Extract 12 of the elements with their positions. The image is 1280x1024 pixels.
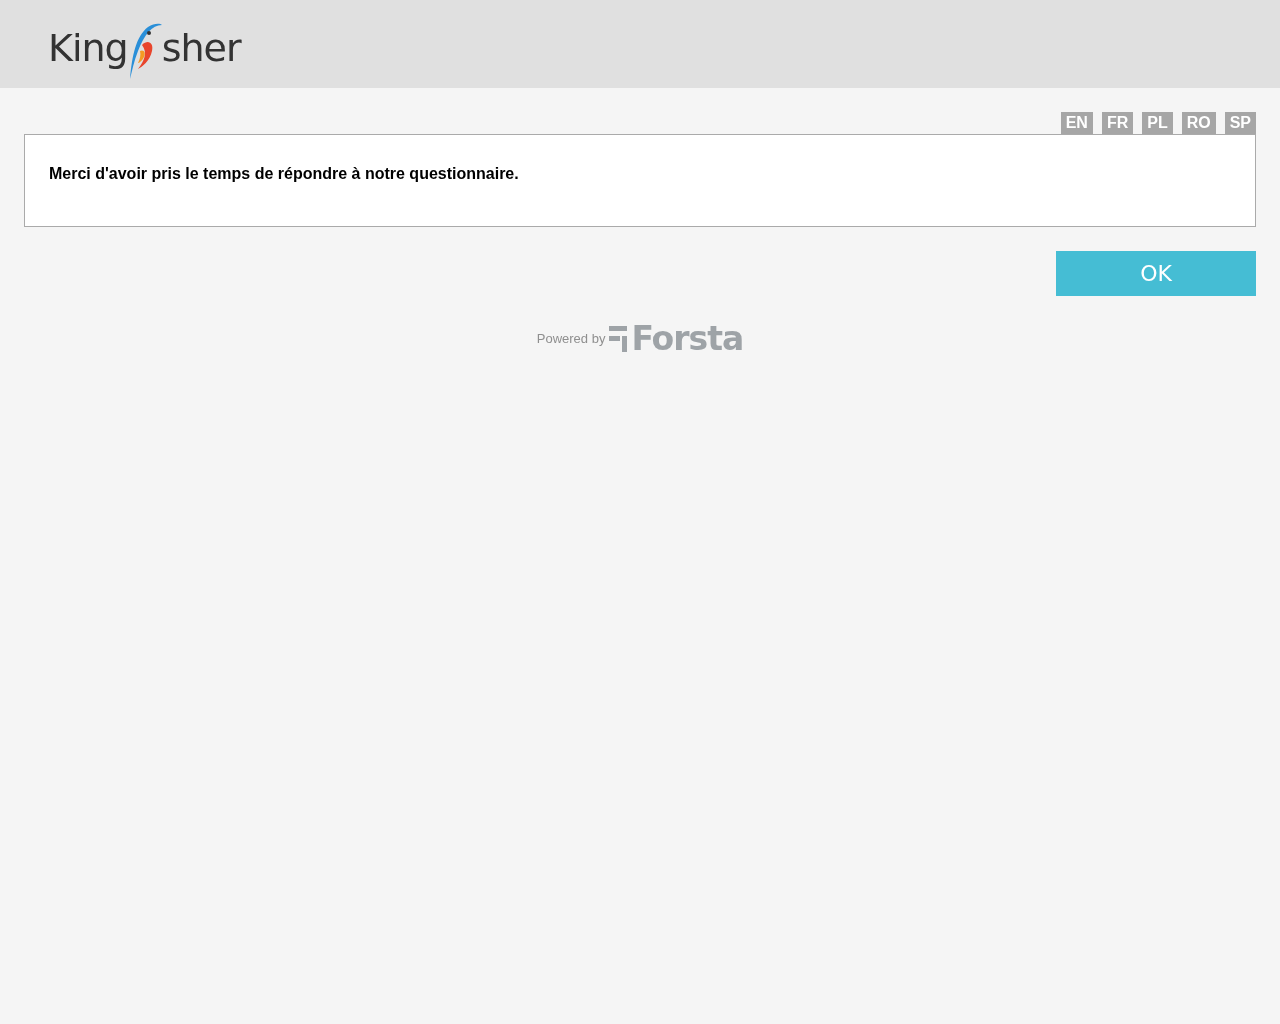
ok-button[interactable]: OK: [1056, 251, 1256, 296]
powered-by-text: Powered by: [536, 329, 606, 348]
language-tab[interactable]: SP: [1224, 112, 1256, 134]
logo-text: sher: [161, 29, 241, 67]
thank-you-message: Merci d'avoir pris le temps de répondre à notre questionnaire.: [49, 164, 520, 184]
language-tab[interactable]: FR: [1101, 112, 1134, 134]
brand-icon: [609, 325, 628, 352]
language-tab[interactable]: EN: [1060, 112, 1093, 134]
language-tab[interactable]: RO: [1181, 112, 1216, 134]
language-tab[interactable]: PL: [1142, 112, 1173, 134]
brand-name: Forsta: [631, 322, 744, 355]
logo-text: King: [48, 29, 128, 67]
